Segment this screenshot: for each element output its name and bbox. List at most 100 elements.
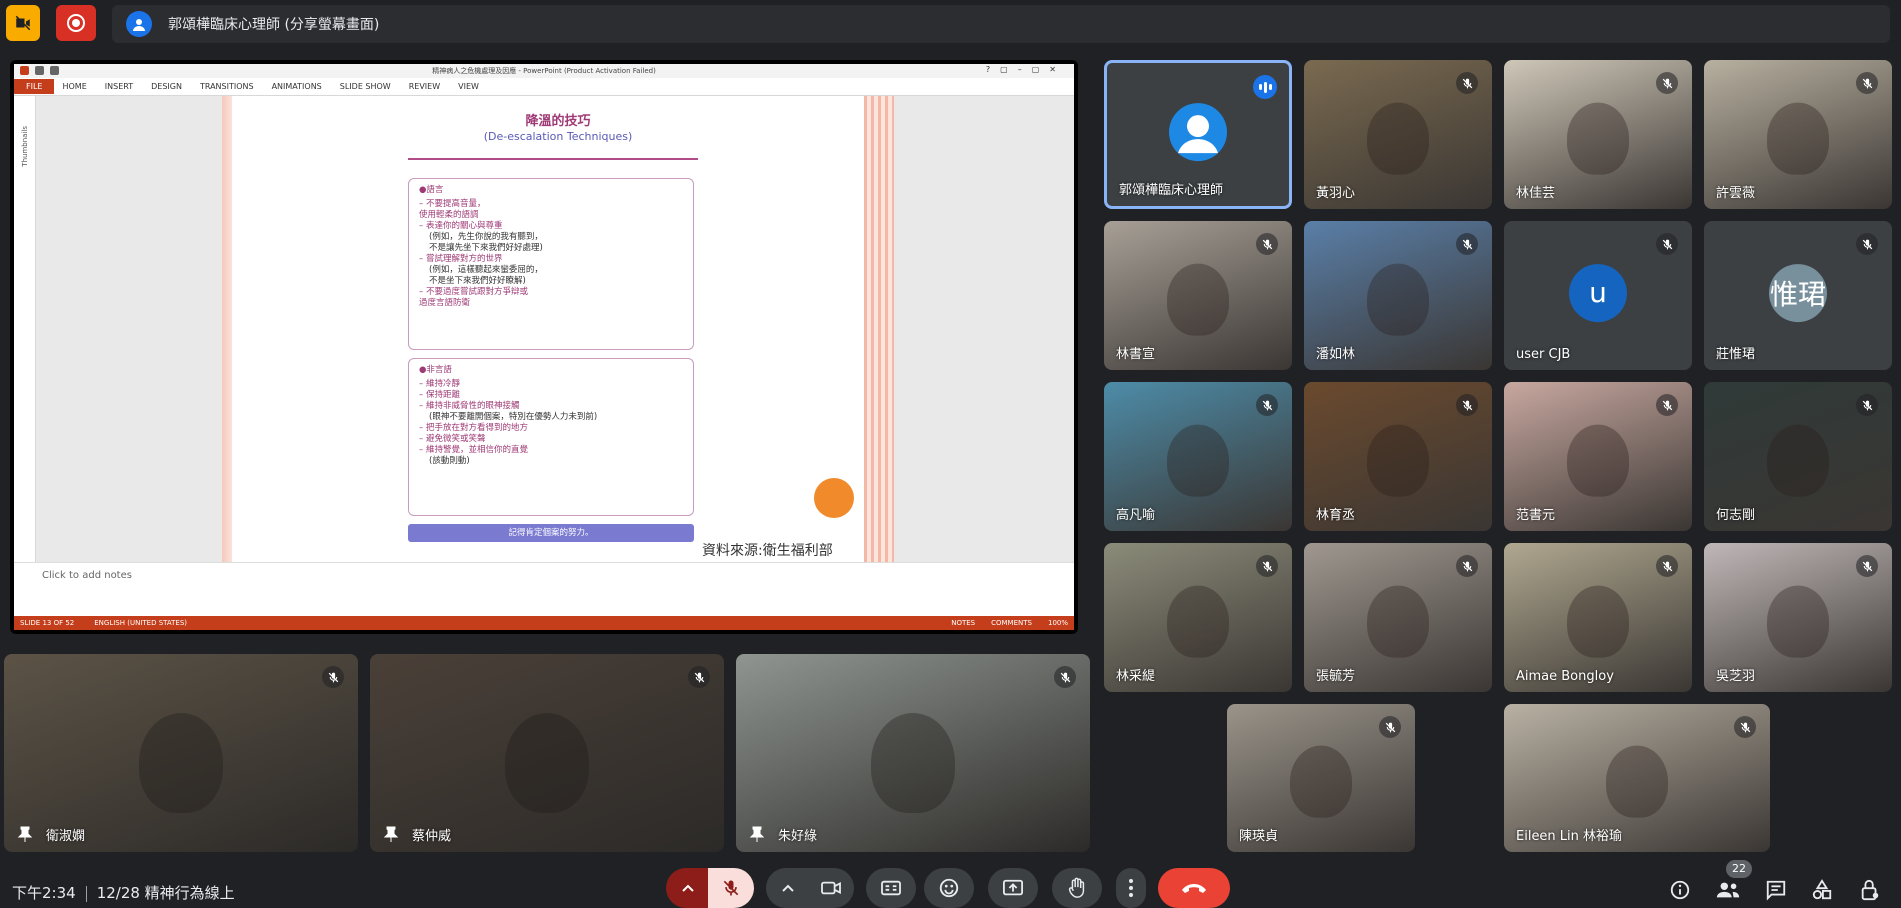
raise-hand-button[interactable] [1052,868,1102,908]
participant-tile[interactable]: 張毓芳 [1304,543,1492,692]
participant-video [1290,745,1352,818]
pinned-participant-tile[interactable]: 朱好綠 [736,654,1090,852]
presenter-chip[interactable]: 郭頌樺臨床心理師 (分享螢幕畫面) [112,5,1890,43]
pinned-participant-tile[interactable]: 衛淑嫻 [4,654,358,852]
participant-name: Aimae Bongloy [1516,669,1614,684]
more-options-button[interactable] [1116,868,1146,908]
slide-line: – 維持警覺，並相信你的直覺 [419,445,528,455]
participant-name: 許雲薇 [1716,186,1756,201]
presenter-avatar-icon [126,11,152,37]
pin-icon[interactable] [383,826,399,842]
participant-tile[interactable]: Aimae Bongloy [1504,543,1692,692]
people-button[interactable] [1714,878,1742,902]
participant-name: user CJB [1516,347,1571,362]
leave-call-button[interactable] [1158,868,1230,908]
participant-name: 郭頌樺臨床心理師 [1119,183,1224,198]
participant-video [1367,263,1429,336]
status-lang: ENGLISH (UNITED STATES) [94,619,187,627]
meeting-info: 下午2:34 12/28 精神行為線上 [12,882,235,903]
reactions-button[interactable] [924,868,974,908]
slide-line: – 表達你的關心與尊重 [419,221,503,231]
participant-name: Eileen Lin 林裕瑜 [1516,829,1623,844]
chat-button[interactable] [1764,878,1788,902]
nonverbal-header: ●非言語 [419,365,452,375]
captions-button[interactable] [866,868,916,908]
participant-tile[interactable]: u user CJB [1504,221,1692,370]
mic-muted-icon [1856,394,1878,416]
slide-source: 資料來源:衛生福利部 [702,543,833,559]
activities-icon [1812,879,1832,900]
participant-tile[interactable]: 許雲薇 [1704,60,1892,209]
camera-icon [821,881,841,895]
participant-name: 衛淑嫻 [46,829,86,844]
present-button[interactable] [988,868,1038,908]
mic-toggle-button[interactable] [708,868,754,908]
slide-line: 不是坐下來我們好好瞭解) [429,276,526,286]
slide-line: (例如，先生你說的我有聽到， [429,232,543,242]
meeting-details-button[interactable] [1668,878,1692,902]
mic-muted-icon [1256,555,1278,577]
participant-name: 高凡喻 [1116,508,1156,523]
mic-muted-icon [1379,716,1401,738]
participant-name: 何志剛 [1716,508,1756,523]
slide-orange-circle [814,478,854,518]
participant-name: 張毓芳 [1316,669,1356,684]
participant-tile[interactable]: 何志剛 [1704,382,1892,531]
slide-line: – 不要過度嘗試跟對方爭辯或 [419,287,528,297]
participant-tile[interactable]: 惟珺 莊惟珺 [1704,221,1892,370]
recording-icon[interactable] [56,5,96,41]
mic-muted-icon [1456,555,1478,577]
participant-tile[interactable]: 吳芝羽 [1704,543,1892,692]
participant-tile[interactable]: 林育丞 [1304,382,1492,531]
participant-tile[interactable]: 郭頌樺臨床心理師 [1104,60,1292,209]
participant-video [1767,102,1829,175]
camera-options-button[interactable] [766,868,810,908]
participant-tile[interactable]: 林采緹 [1104,543,1292,692]
pin-icon[interactable] [749,826,765,842]
host-controls-button[interactable] [1858,878,1882,902]
activities-button[interactable] [1810,878,1834,902]
mic-muted-icon [1656,394,1678,416]
participant-tile[interactable]: 黃羽心 [1304,60,1492,209]
ppt-tab-insert: INSERT [104,82,134,91]
status-notes: NOTES [951,619,976,627]
slide-line: (眼神不要離開個案，特別在優勢人力未到前) [429,412,598,422]
mic-options-button[interactable] [666,868,710,908]
participant-avatar: 惟珺 [1769,263,1827,322]
participant-avatar [1169,102,1227,161]
participant-tile[interactable]: 林佳芸 [1504,60,1692,209]
mic-muted-icon [1734,716,1756,738]
ppt-thumbnails-pane: Thumbnails [14,96,36,562]
pin-icon[interactable] [17,826,33,842]
info-icon [1670,880,1690,900]
participant-tile[interactable]: 高凡喻 [1104,382,1292,531]
top-bar: 郭頌樺臨床心理師 (分享螢幕畫面) [0,0,1901,48]
participant-name: 林采緹 [1116,669,1156,684]
slide-line: (該動則動) [429,456,470,466]
participant-tile[interactable]: Eileen Lin 林裕瑜 [1504,704,1770,852]
camera-off-indicator-icon[interactable] [6,5,40,41]
participant-video [139,713,223,814]
slide-line: 不是讓先坐下來我們好好處理) [429,243,543,253]
ppt-editor: Thumbnails 降溫的技巧 (De-escalation Techniqu… [14,96,1074,562]
participant-video [1606,745,1668,818]
slide-right-band [864,96,894,562]
mic-muted-icon [1256,233,1278,255]
participant-video [1767,585,1829,658]
participant-tile[interactable]: 陳瑛貞 [1227,704,1415,852]
participant-tile[interactable]: 潘如林 [1304,221,1492,370]
pinned-participant-tile[interactable]: 蔡仲威 [370,654,724,852]
participant-tile[interactable]: 范書元 [1504,382,1692,531]
slide-line: 過度言語防衛 [419,298,471,308]
verbal-box: ●語言 – 不要提高音量， 使用輕柔的語調 – 表達你的關心與尊重 (例如，先生你說… [408,178,694,350]
slide-line: – 避免微笑或笑聲 [419,434,486,444]
slide: 降溫的技巧 (De-escalation Techniques) ●語言 – 不… [222,96,894,562]
window-controls-icon: ?▢–▢✕ [985,65,1066,74]
participant-avatar: u [1569,263,1627,322]
participant-tile[interactable]: 林書宣 [1104,221,1292,370]
slide-line: – 嘗試理解對方的世界 [419,254,503,264]
mic-muted-icon [1656,233,1678,255]
participant-name: 朱好綠 [778,829,818,844]
participant-video [1167,585,1229,658]
camera-toggle-button[interactable] [808,868,854,908]
